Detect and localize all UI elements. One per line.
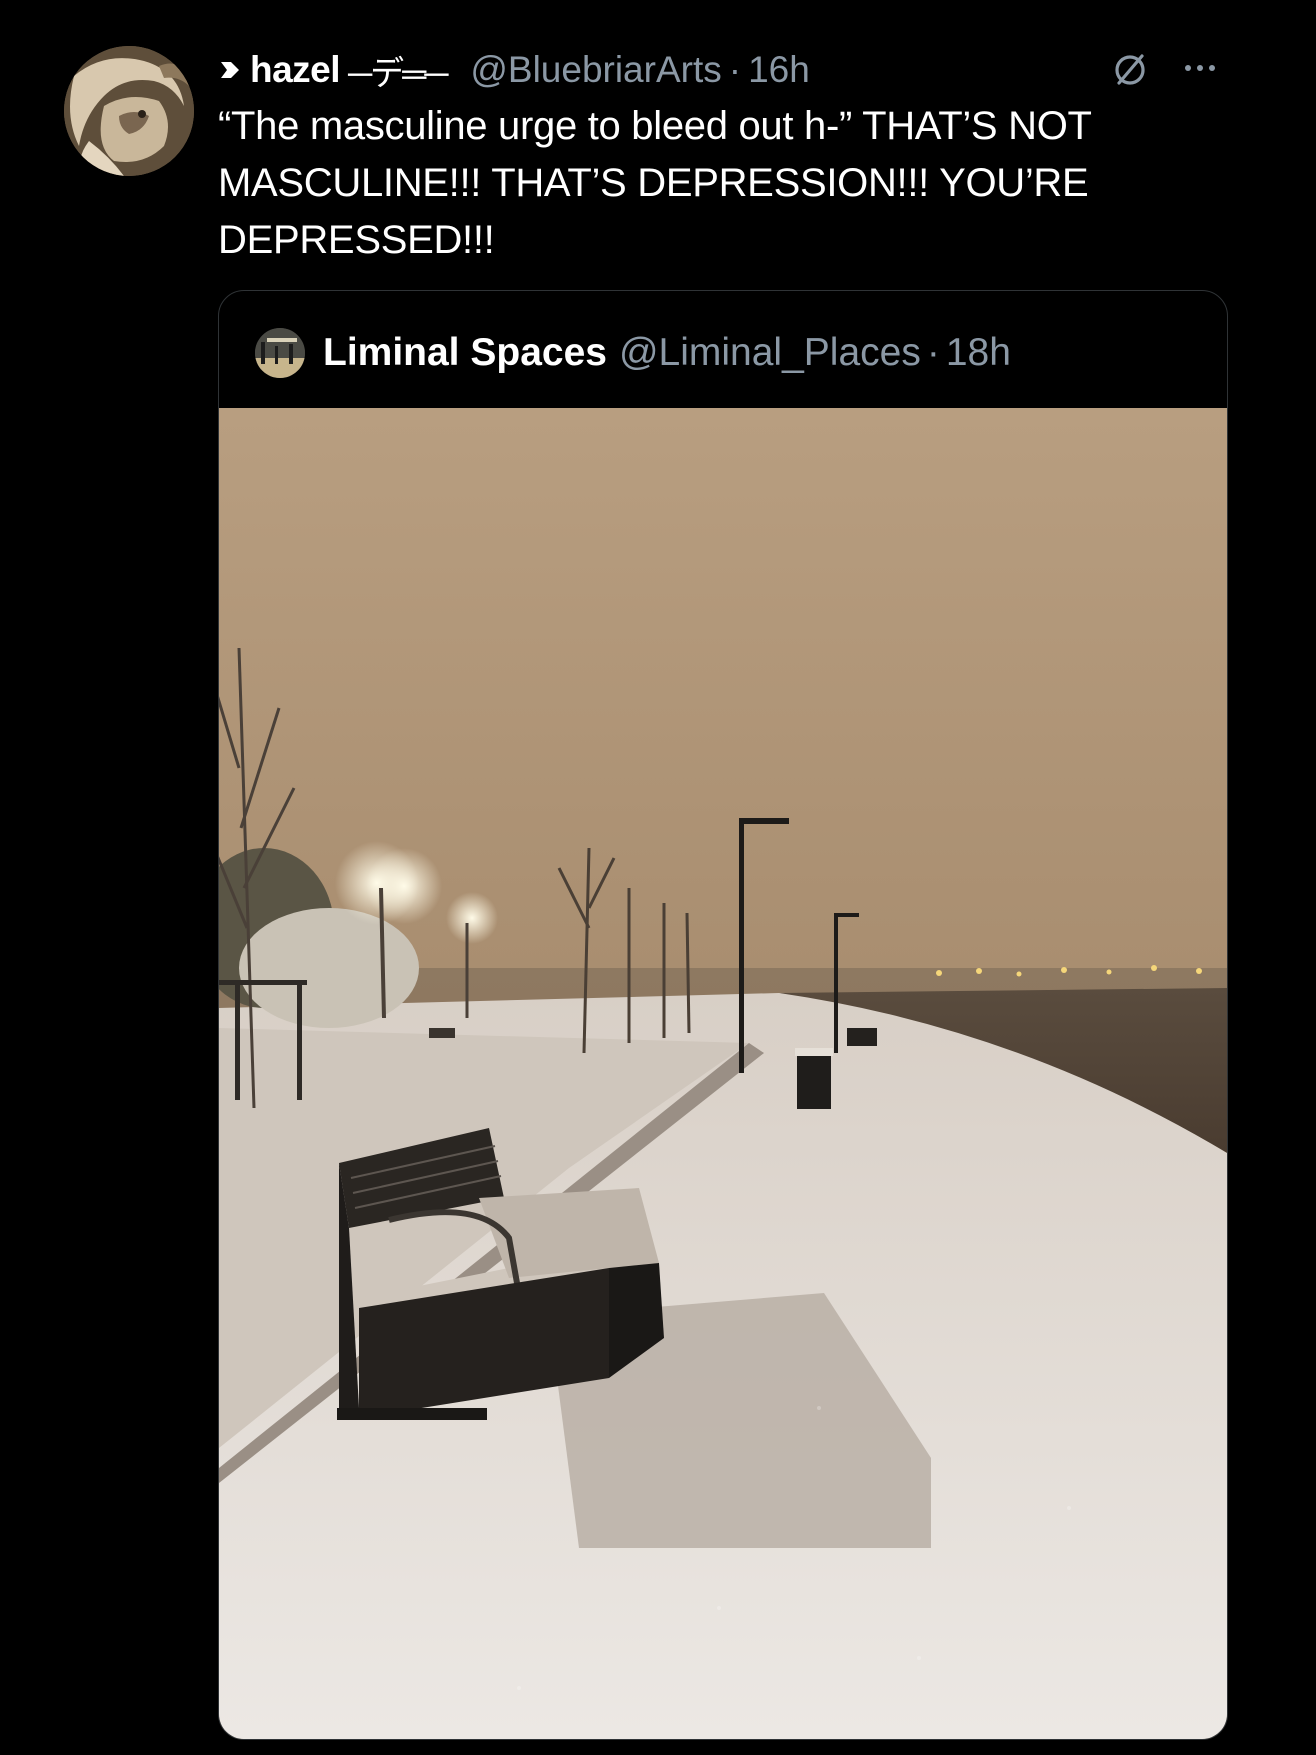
- author-handle[interactable]: @BluebriarArts: [470, 49, 721, 91]
- author-display-name[interactable]: hazel: [250, 49, 341, 91]
- quoted-separator-dot: ·: [926, 331, 940, 374]
- quoted-author-handle[interactable]: @Liminal_Places: [619, 331, 921, 375]
- quoted-tweet-timestamp[interactable]: 18h: [946, 331, 1011, 375]
- quoted-tweet-card[interactable]: Liminal Spaces @Liminal_Places · 18h: [218, 290, 1228, 1740]
- quoted-tweet-photo[interactable]: [219, 408, 1227, 1739]
- tweet-timestamp[interactable]: 16h: [748, 49, 810, 91]
- tweet-text: “The masculine urge to bleed out h-” THA…: [218, 104, 1091, 262]
- avatar-image: [64, 46, 194, 176]
- snowy-promenade-photo: [219, 408, 1227, 1739]
- tweet-header: hazel ─デ═─ @BluebriarArts · 16h: [218, 44, 1218, 96]
- user-avatar[interactable]: [64, 46, 194, 176]
- quoted-author-display-name[interactable]: Liminal Spaces: [323, 331, 607, 375]
- quoted-tweet-header: Liminal Spaces @Liminal_Places · 18h: [255, 327, 1011, 379]
- more-options-icon[interactable]: [1180, 56, 1220, 80]
- quoted-author-avatar[interactable]: [255, 328, 305, 378]
- author-name-decoration: ─デ═─: [348, 54, 448, 93]
- separator-dot: ·: [728, 49, 742, 90]
- grok-icon[interactable]: [1110, 50, 1150, 90]
- arrow-badge-icon: [218, 58, 242, 82]
